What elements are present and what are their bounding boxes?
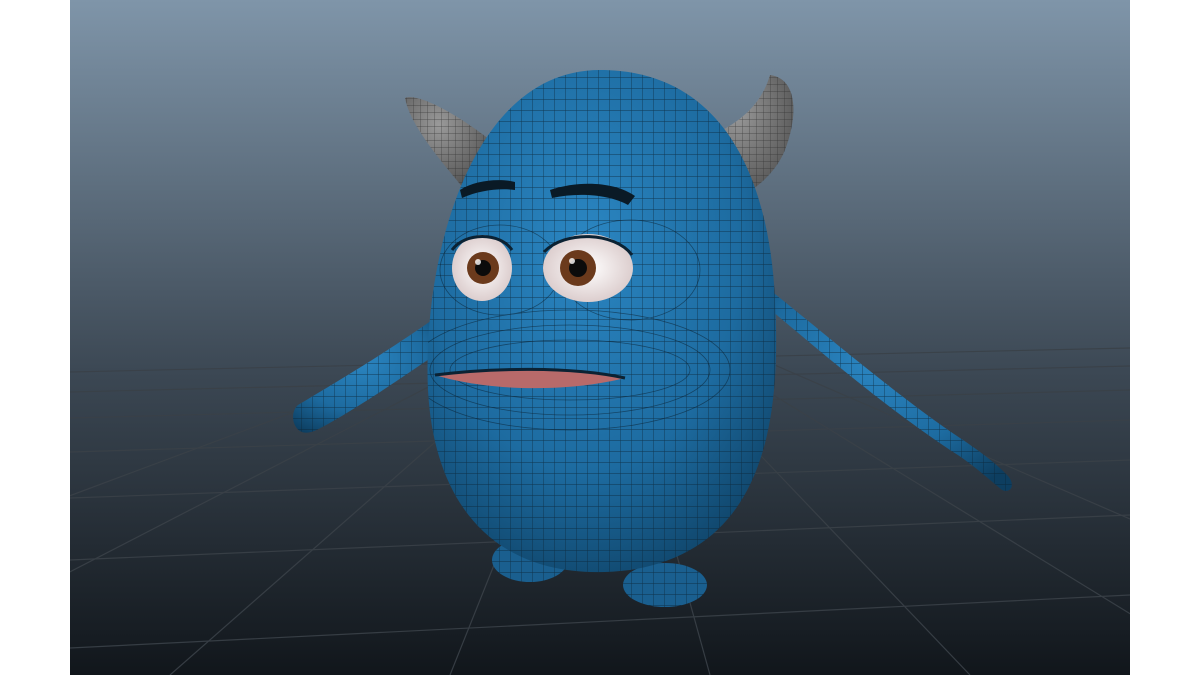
viewport-render bbox=[70, 0, 1130, 675]
right-eye bbox=[542, 234, 634, 302]
left-eye bbox=[450, 235, 514, 301]
page-canvas bbox=[0, 0, 1200, 675]
3d-viewport bbox=[70, 0, 1130, 675]
